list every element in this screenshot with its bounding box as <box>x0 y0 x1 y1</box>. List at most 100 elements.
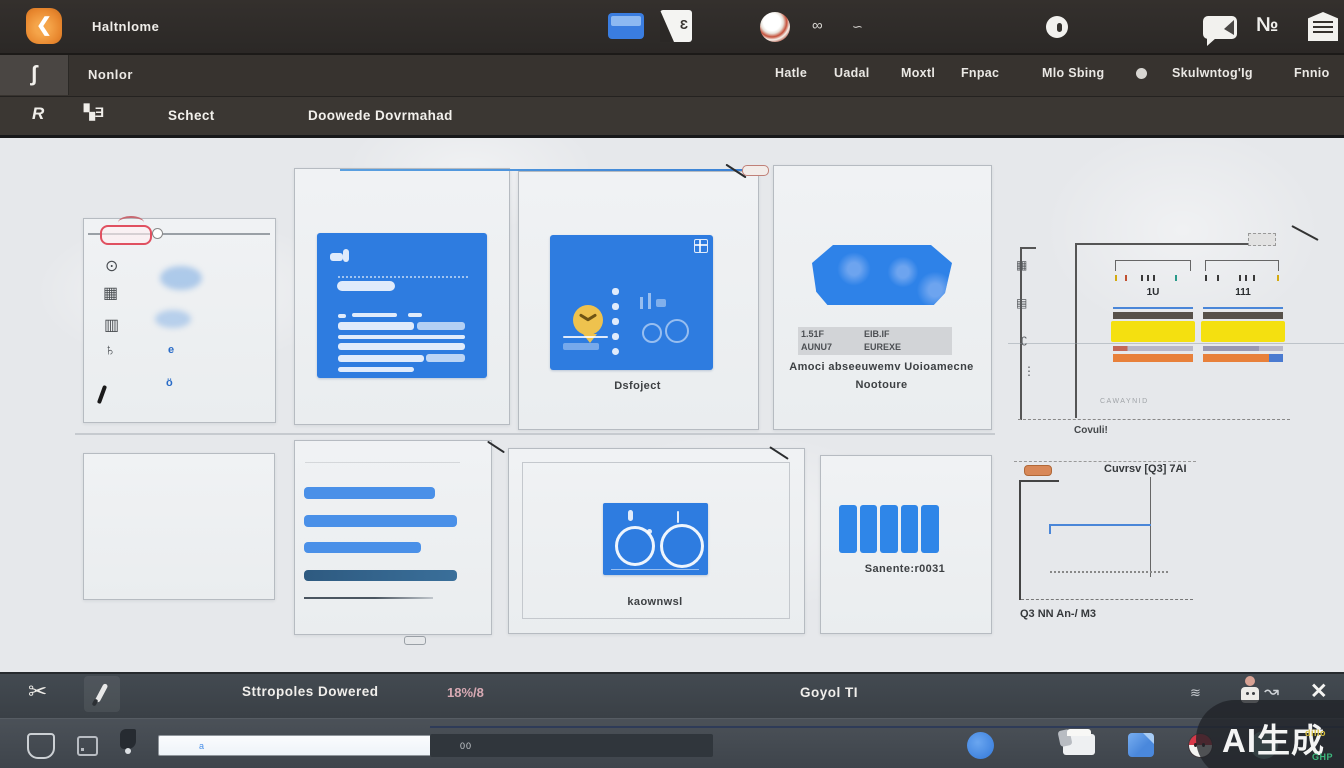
counter-text: 00 <box>460 741 472 751</box>
toolbar-schect-button[interactable]: Schect <box>168 108 215 123</box>
lower-blue-line <box>1049 524 1151 526</box>
tool-grid-icon[interactable]: ▦ <box>103 283 118 303</box>
menu-item-fnpac[interactable]: Fnpac <box>961 66 999 80</box>
gantt-blue-line <box>1203 307 1283 309</box>
cut-tool-icon[interactable]: ✂ <box>28 678 47 705</box>
app-logo-icon[interactable]: ❮ <box>26 8 62 44</box>
blue-mark-e: e <box>168 344 174 356</box>
axis-inner <box>1075 243 1077 418</box>
panel-rows-icon[interactable]: ▤ <box>1016 296 1027 310</box>
tool-rows-icon[interactable]: ▥ <box>104 315 119 335</box>
menu-item-mlo-sbing[interactable]: Mlo Sbing <box>1042 66 1104 80</box>
title-bar: ❮ Haltnlome Ɛ ∞ ∽ № <box>0 0 1344 55</box>
archive-icon[interactable] <box>1308 12 1338 41</box>
ink-tool-icon[interactable] <box>120 729 136 749</box>
ring-baseline <box>611 569 699 571</box>
card-bars-list[interactable] <box>294 440 492 635</box>
wave-icon[interactable]: ≋ <box>1190 685 1201 701</box>
blue-orb-icon[interactable] <box>967 732 994 759</box>
row-divider <box>75 433 995 435</box>
sphere-icon[interactable] <box>760 12 790 42</box>
lower-dashed-top <box>1014 461 1196 462</box>
list-bar <box>304 542 421 553</box>
form-line <box>426 354 465 362</box>
form-dash <box>408 313 422 317</box>
folder-icon[interactable] <box>608 13 644 39</box>
menu-corner-button[interactable]: ʃ <box>0 55 69 95</box>
table-cell: AUNU7 <box>801 342 832 352</box>
screen: ❮ Haltnlome Ɛ ∞ ∽ № ʃ Nonlor Hatle Uadal… <box>0 0 1344 768</box>
grid-corner-icon <box>694 239 708 253</box>
form-line <box>338 335 465 339</box>
lower-orange-pill <box>1024 465 1052 476</box>
menu-item-uadal[interactable]: Uadal <box>834 66 870 80</box>
gantt-bar-thin <box>1113 346 1193 351</box>
project-preview-bluebox[interactable] <box>550 235 713 370</box>
menu-item-fnnio[interactable]: Fnnio <box>1294 66 1330 80</box>
watermark-side-top: dillo <box>1305 728 1326 738</box>
panel-c-icon[interactable]: ʗ <box>1021 332 1027 346</box>
brush-tool-button[interactable] <box>84 676 120 712</box>
menu-item-skulwntog[interactable]: Skulwntog'Ig <box>1172 66 1253 80</box>
card-handle-pill[interactable] <box>404 636 426 645</box>
redo-icon[interactable]: ↝ <box>1264 681 1279 702</box>
status-ratio: 18%/8 <box>447 685 484 700</box>
mini-toggle[interactable] <box>742 165 769 176</box>
rings-preview-bluebox[interactable] <box>603 503 708 575</box>
project-caption: Dsfoject <box>560 380 715 392</box>
status-text: Sttropoles Dowered <box>242 684 379 699</box>
form-field-bar <box>417 322 465 330</box>
window-title: Haltnlome <box>92 19 159 34</box>
lower-chart-label: Cuvrsv [Q3] 7AI <box>1104 463 1187 475</box>
pin-badge-icon <box>573 305 603 335</box>
red-squiggle <box>118 216 144 229</box>
trapezoid-caption-2: Nootoure <box>778 379 985 391</box>
toolbar-download-button[interactable]: Doowede Dovrmahad <box>308 108 453 123</box>
panel-dots-icon[interactable]: ⋮ <box>1023 364 1035 378</box>
gantt-caption: Covuli! <box>1074 425 1108 436</box>
swirl-icon[interactable]: ∽ <box>852 19 863 35</box>
card-empty[interactable] <box>83 453 275 600</box>
document-icon[interactable]: Ɛ <box>660 10 692 42</box>
trapezoid-table: 1.51F EIB.IF AUNU7 EUREXE <box>798 327 952 355</box>
gantt-dashed-baseline <box>1018 419 1290 420</box>
clock-icon[interactable] <box>1046 16 1068 38</box>
tool-anchor-icon[interactable]: ♄ <box>104 342 116 360</box>
menu-dot-icon[interactable] <box>1136 68 1147 79</box>
form-line <box>338 367 414 372</box>
gantt-ticks <box>1113 274 1193 282</box>
form-preview-bluebox[interactable] <box>317 233 487 378</box>
ring-needle <box>677 511 679 523</box>
list-thin-line <box>304 597 433 599</box>
menu-item-moxtl[interactable]: Moxtl <box>901 66 935 80</box>
menu-item-hatle[interactable]: Hatle <box>775 66 807 80</box>
document-mark: Ɛ <box>680 17 688 32</box>
link-icon[interactable]: ∞ <box>812 17 823 34</box>
rings-caption: kaownwsl <box>575 596 735 608</box>
trapezoid-shape[interactable] <box>812 245 952 305</box>
diagram-ring <box>642 323 662 343</box>
ring-dot <box>647 529 652 534</box>
ring-pointer <box>628 510 633 521</box>
list-icon <box>612 348 619 355</box>
toolbar-r-icon[interactable]: R <box>32 104 44 124</box>
gantt-micro-label: CAWAYNID <box>1100 398 1149 405</box>
gantt-bar-dark <box>1113 312 1193 319</box>
form-logo-mark <box>343 249 349 262</box>
chat-icon[interactable] <box>1203 16 1237 39</box>
gantt-bar-dark <box>1203 312 1283 319</box>
lower-bracket-top <box>1019 480 1059 482</box>
panel-grid-icon[interactable]: ▦ <box>1016 258 1027 272</box>
toolbar-grid-icon[interactable]: ▚Ǝ <box>84 104 104 121</box>
gantt-group-label: 1U <box>1113 287 1193 298</box>
search-input[interactable] <box>158 735 468 756</box>
small-node-circle[interactable] <box>152 228 163 239</box>
diagram-mark <box>648 293 651 309</box>
square-outline-icon[interactable] <box>77 736 98 756</box>
diagram-mark <box>640 297 643 309</box>
shield-outline-icon[interactable] <box>27 733 55 759</box>
tool-eye-icon[interactable]: ⊙ <box>105 256 118 276</box>
white-folder-icon[interactable] <box>1063 734 1095 755</box>
bell-icon[interactable]: № <box>1256 14 1278 37</box>
blue-cube-icon[interactable] <box>1128 733 1154 757</box>
